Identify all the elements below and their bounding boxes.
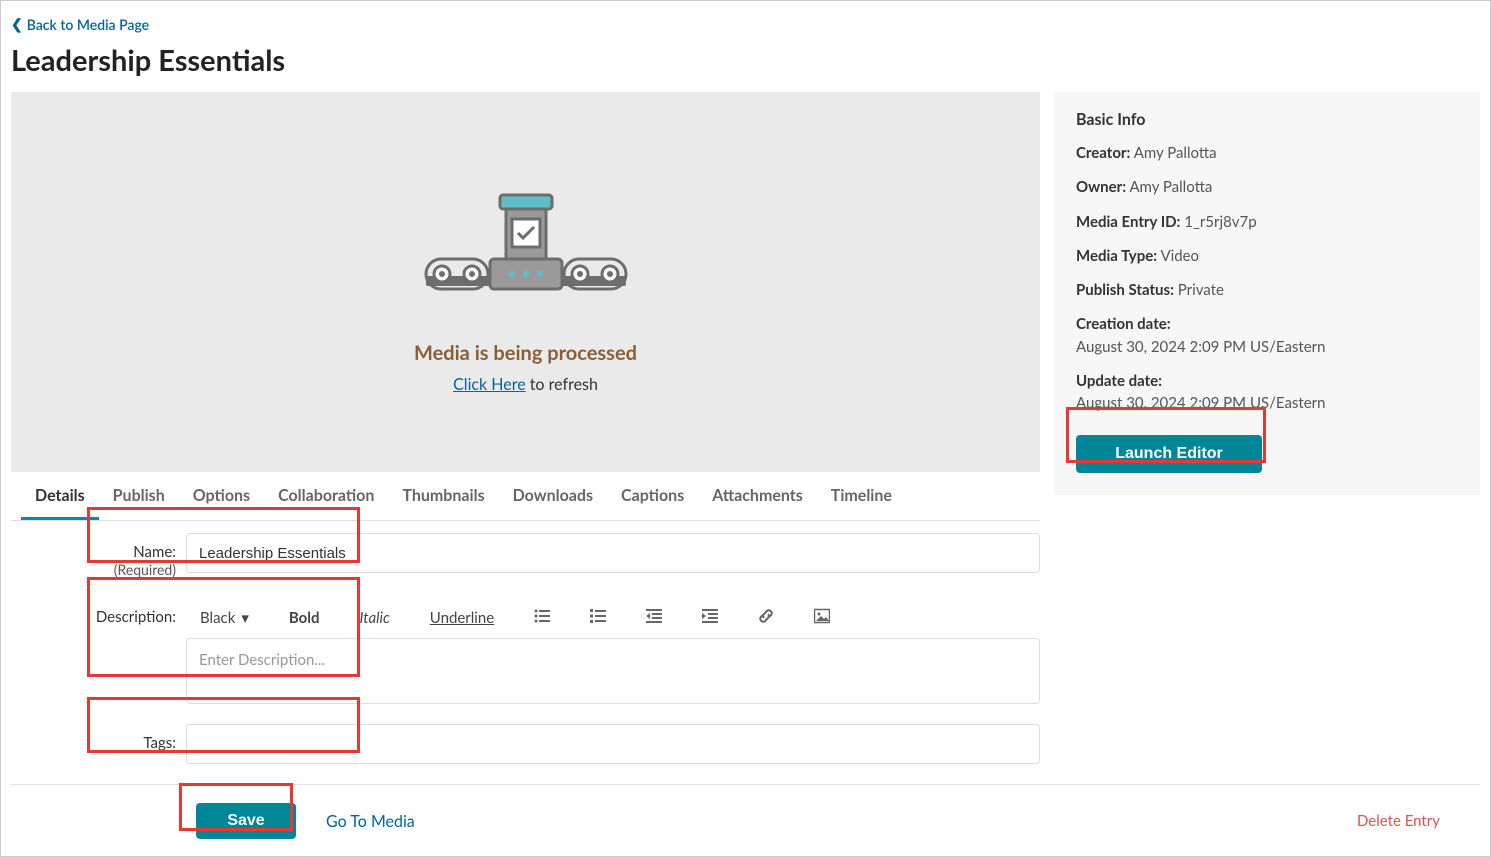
entry-id-label: Media Entry ID: xyxy=(1076,213,1180,231)
creation-date-label: Creation date: xyxy=(1076,315,1171,333)
outdent-icon[interactable] xyxy=(646,608,662,628)
owner-label: Owner: xyxy=(1076,178,1126,196)
description-label: Description: xyxy=(96,608,176,626)
bold-button[interactable]: Bold xyxy=(289,609,320,627)
creator-value: Amy Pallotta xyxy=(1134,144,1217,162)
sidebar-heading: Basic Info xyxy=(1076,110,1458,129)
wysiwyg-toolbar: Black ▾ Bold Italic Underline xyxy=(186,598,1040,638)
chevron-down-icon: ▾ xyxy=(241,609,249,627)
italic-button[interactable]: Italic xyxy=(360,609,390,627)
details-tabs: Details Publish Options Collaboration Th… xyxy=(11,472,1040,521)
underline-button[interactable]: Underline xyxy=(430,609,494,627)
publish-status-label: Publish Status: xyxy=(1076,281,1174,299)
tab-collaboration[interactable]: Collaboration xyxy=(264,472,388,520)
media-type-label: Media Type: xyxy=(1076,247,1157,265)
tab-attachments[interactable]: Attachments xyxy=(698,472,817,520)
description-editor[interactable] xyxy=(186,638,1040,704)
unordered-list-icon[interactable] xyxy=(534,608,550,628)
refresh-suffix: to refresh xyxy=(526,375,598,394)
basic-info-sidebar: Basic Info Creator: Amy Pallotta Owner: … xyxy=(1054,92,1480,495)
creator-label: Creator: xyxy=(1076,144,1130,162)
tags-input[interactable] xyxy=(186,724,1040,764)
entry-id-value: 1_r5rj8v7p xyxy=(1184,213,1256,231)
tab-details[interactable]: Details xyxy=(21,472,99,520)
text-color-select[interactable]: Black ▾ xyxy=(200,609,249,627)
name-label: Name: xyxy=(133,543,176,561)
media-type-value: Video xyxy=(1160,247,1199,265)
tab-captions[interactable]: Captions xyxy=(607,472,698,520)
tags-label: Tags: xyxy=(143,734,176,752)
back-link-label: Back to Media Page xyxy=(27,16,149,33)
chevron-left-icon: ❮ xyxy=(11,15,23,33)
back-to-media-link[interactable]: ❮ Back to Media Page xyxy=(11,11,149,37)
tab-thumbnails[interactable]: Thumbnails xyxy=(388,472,498,520)
processing-machine-icon xyxy=(416,171,636,321)
tab-publish[interactable]: Publish xyxy=(99,472,179,520)
go-to-media-link[interactable]: Go To Media xyxy=(326,812,415,831)
delete-entry-link[interactable]: Delete Entry xyxy=(1357,812,1470,830)
name-input[interactable] xyxy=(186,533,1040,573)
tab-timeline[interactable]: Timeline xyxy=(817,472,906,520)
publish-status-value: Private xyxy=(1178,281,1224,299)
processing-title: Media is being processed xyxy=(414,341,637,365)
tab-options[interactable]: Options xyxy=(179,472,264,520)
page-title: Leadership Essentials xyxy=(11,43,1480,78)
launch-editor-button[interactable]: Launch Editor xyxy=(1076,435,1262,473)
owner-value: Amy Pallotta xyxy=(1129,178,1212,196)
creation-date-value: August 30, 2024 2:09 PM US/Eastern xyxy=(1076,337,1458,357)
image-icon[interactable] xyxy=(814,608,830,628)
media-preview-panel: Media is being processed Click Here to r… xyxy=(11,92,1040,472)
name-required-label: (Required) xyxy=(11,561,176,578)
save-button[interactable]: Save xyxy=(196,803,296,839)
ordered-list-icon[interactable] xyxy=(590,608,606,628)
update-date-value: August 30, 2024 2:09 PM US/Eastern xyxy=(1076,393,1458,413)
refresh-link[interactable]: Click Here xyxy=(453,375,526,394)
indent-icon[interactable] xyxy=(702,608,718,628)
link-icon[interactable] xyxy=(758,608,774,628)
update-date-label: Update date: xyxy=(1076,372,1162,390)
tab-downloads[interactable]: Downloads xyxy=(499,472,607,520)
